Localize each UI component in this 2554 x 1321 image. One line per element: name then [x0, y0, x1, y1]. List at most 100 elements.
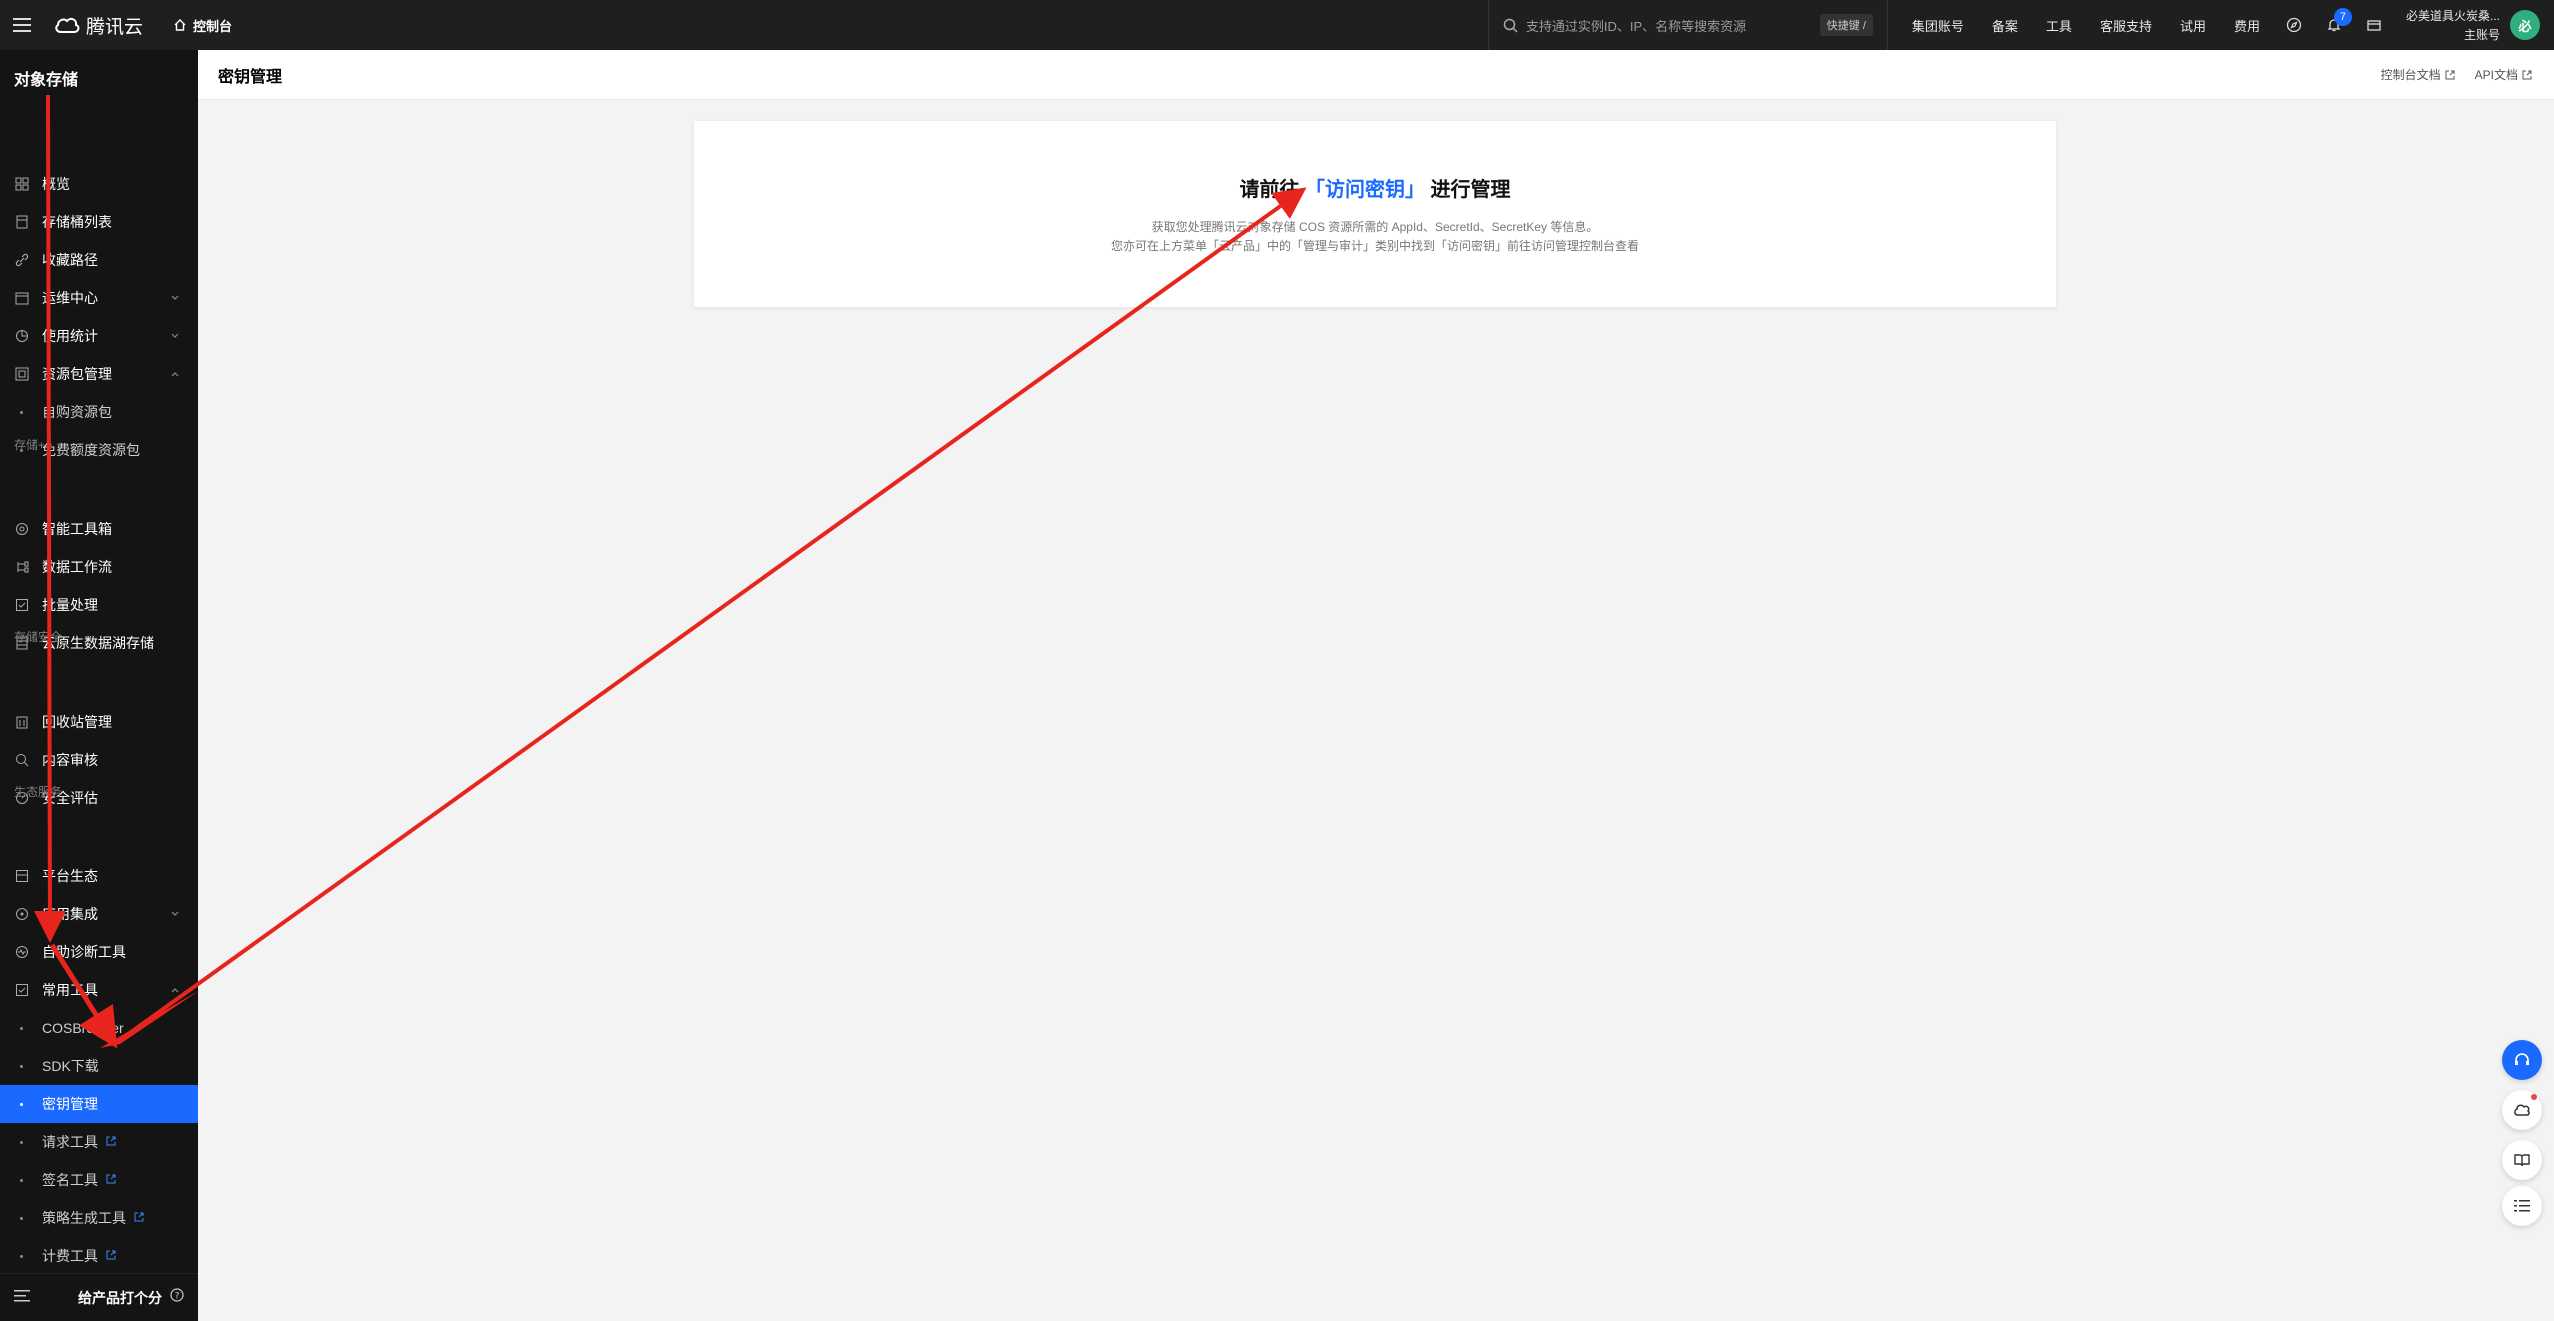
calendar-icon: [12, 288, 32, 308]
sidebar-item-package-mgmt[interactable]: 资源包管理: [0, 355, 198, 393]
sidebar-item-label: COSBrowser: [42, 1020, 124, 1036]
nav-trial[interactable]: 试用: [2166, 16, 2220, 35]
sidebar-item-label: 应用集成: [42, 906, 98, 922]
question-circle-icon[interactable]: ?: [170, 1288, 184, 1307]
billing-card-icon[interactable]: [2354, 0, 2394, 50]
top-nav: 集团账号 备案 工具 客服支持 试用 费用 7: [1888, 0, 2394, 50]
sidebar-subitem-cosbrowser[interactable]: COSBrowser: [0, 1009, 198, 1047]
sidebar-item-label: 常用工具: [42, 982, 98, 998]
api-docs-link[interactable]: API文档: [2475, 66, 2532, 83]
customer-service-button[interactable]: [2502, 1040, 2542, 1080]
bullet: [20, 1026, 23, 1030]
list-menu-button[interactable]: [2502, 1186, 2542, 1226]
sidebar-item-smart-toolbox[interactable]: 智能工具箱: [0, 510, 198, 548]
unread-dot: [2531, 1094, 2537, 1100]
sidebar-item-label: 签名工具: [42, 1172, 98, 1188]
nav-tools[interactable]: 工具: [2032, 16, 2086, 35]
nav-support[interactable]: 客服支持: [2086, 16, 2166, 35]
sidebar-item-app-integration[interactable]: 应用集成: [0, 895, 198, 933]
section-label-ecosystem: 生态服务: [14, 785, 63, 799]
sidebar-item-label: 计费工具: [42, 1248, 98, 1264]
sidebar-item-overview[interactable]: 概览: [0, 165, 198, 203]
list-icon: [2514, 1200, 2530, 1212]
link-icon: [12, 250, 32, 270]
global-search[interactable]: 支持通过实例ID、IP、名称等搜索资源 快捷键 /: [1487, 0, 1888, 50]
sidebar-item-batch-processing[interactable]: 批量处理: [0, 586, 198, 624]
external-link-icon: [106, 1247, 116, 1265]
rate-product-button[interactable]: 给产品打个分: [78, 1288, 162, 1308]
sidebar: 对象存储 概览 存储桶列表 收藏路径 运维中心 使用统计 资源包管理 自购资源包…: [0, 50, 198, 1321]
sidebar-item-bucket-list[interactable]: 存储桶列表: [0, 203, 198, 241]
chevron-down-icon: [170, 906, 180, 924]
compass-icon[interactable]: [2274, 0, 2314, 50]
console-home-link[interactable]: 控制台: [173, 16, 232, 35]
workflow-icon: [12, 557, 32, 577]
sidebar-subitem-pricing-tool[interactable]: 计费工具: [0, 1237, 198, 1275]
card-description: 获取您处理腾讯云对象存储 COS 资源所需的 AppId、SecretId、Se…: [694, 218, 2056, 256]
tools-icon: [12, 980, 32, 1000]
access-key-redirect-card: 请前往 「访问密钥」 进行管理 获取您处理腾讯云对象存储 COS 资源所需的 A…: [694, 121, 2056, 307]
sidebar-item-content-audit[interactable]: 内容审核: [0, 741, 198, 779]
headset-icon: [2515, 1053, 2529, 1065]
heading-prefix: 请前往: [1239, 179, 1305, 201]
user-name: 必美道具火炭桑...: [2405, 9, 2500, 23]
sidebar-item-ops-center[interactable]: 运维中心: [0, 279, 198, 317]
sidebar-item-label: 自助诊断工具: [42, 944, 126, 960]
sidebar-item-label: 资源包管理: [42, 366, 112, 382]
sidebar-item-data-workflow[interactable]: 数据工作流: [0, 548, 198, 586]
hamburger-menu-icon[interactable]: [0, 0, 44, 50]
sidebar-item-label: 内容审核: [42, 752, 98, 768]
bullet: [20, 1178, 23, 1182]
external-link-icon: [106, 1133, 116, 1151]
sidebar-item-recycle-bin[interactable]: 回收站管理: [0, 703, 198, 741]
sidebar-item-common-tools[interactable]: 常用工具: [0, 971, 198, 1009]
shortcut-badge: 快捷键 /: [1819, 14, 1873, 36]
documentation-button[interactable]: [2502, 1140, 2542, 1180]
cloud-logo-icon: [55, 17, 80, 33]
section-label-storage-plus: 存储+: [14, 438, 46, 452]
bullet: [20, 1140, 23, 1144]
nav-filing[interactable]: 备案: [1978, 16, 2032, 35]
sidebar-item-label: 免费额度资源包: [42, 442, 140, 458]
tencent-cloud-logo[interactable]: 腾讯云: [44, 0, 153, 50]
section-label-storage-security: 存储安全: [14, 630, 63, 644]
bell-icon[interactable]: 7: [2314, 0, 2354, 50]
sidebar-item-label: 收藏路径: [42, 252, 98, 268]
nav-billing[interactable]: 费用: [2220, 16, 2274, 35]
sidebar-subitem-request-tool[interactable]: 请求工具: [0, 1123, 198, 1161]
sidebar-item-label: 策略生成工具: [42, 1210, 126, 1226]
user-info[interactable]: 必美道具火炭桑... 主账号: [2406, 7, 2500, 43]
search-input[interactable]: 支持通过实例ID、IP、名称等搜索资源: [1526, 16, 1820, 35]
sidebar-subitem-purchased-package[interactable]: 自购资源包: [0, 393, 198, 431]
card-desc-line-1: 获取您处理腾讯云对象存储 COS 资源所需的 AppId、SecretId、Se…: [1151, 220, 1599, 234]
pie-icon: [12, 326, 32, 346]
sidebar-item-usage-stats[interactable]: 使用统计: [0, 317, 198, 355]
external-link-icon: [2522, 70, 2532, 79]
collapse-menu-icon[interactable]: [14, 1289, 30, 1307]
console-docs-link[interactable]: 控制台文档: [2381, 66, 2455, 83]
api-docs-label: API文档: [2474, 68, 2518, 82]
access-key-link[interactable]: 「访问密钥」: [1305, 179, 1425, 201]
cloud-icon: [2514, 1104, 2530, 1116]
sidebar-subitem-signature-tool[interactable]: 签名工具: [0, 1161, 198, 1199]
sidebar-item-label: SDK下载: [42, 1058, 99, 1074]
home-icon: [174, 19, 186, 31]
sidebar-item-diagnostic-tool[interactable]: 自助诊断工具: [0, 933, 198, 971]
platform-icon: [12, 866, 32, 886]
bullet: [20, 1102, 23, 1106]
sidebar-item-platform-ecosystem[interactable]: 平台生态: [0, 857, 198, 895]
avatar[interactable]: 必: [2510, 10, 2540, 40]
sidebar-item-favorites[interactable]: 收藏路径: [0, 241, 198, 279]
sidebar-title: 对象存储: [14, 72, 79, 89]
bullet: [20, 410, 23, 414]
sidebar-subitem-key-management[interactable]: 密钥管理: [0, 1085, 198, 1123]
page-header: 密钥管理 控制台文档 API文档: [198, 50, 2554, 100]
sidebar-footer: 给产品打个分 ?: [0, 1273, 198, 1321]
brand-name: 腾讯云: [86, 16, 144, 38]
nav-group-account[interactable]: 集团账号: [1898, 16, 1978, 35]
cloud-assistant-button[interactable]: [2502, 1090, 2542, 1130]
sidebar-subitem-policy-generator[interactable]: 策略生成工具: [0, 1199, 198, 1237]
integration-icon: [12, 904, 32, 924]
sidebar-subitem-sdk-download[interactable]: SDK下载: [0, 1047, 198, 1085]
grid-icon: [12, 174, 32, 194]
